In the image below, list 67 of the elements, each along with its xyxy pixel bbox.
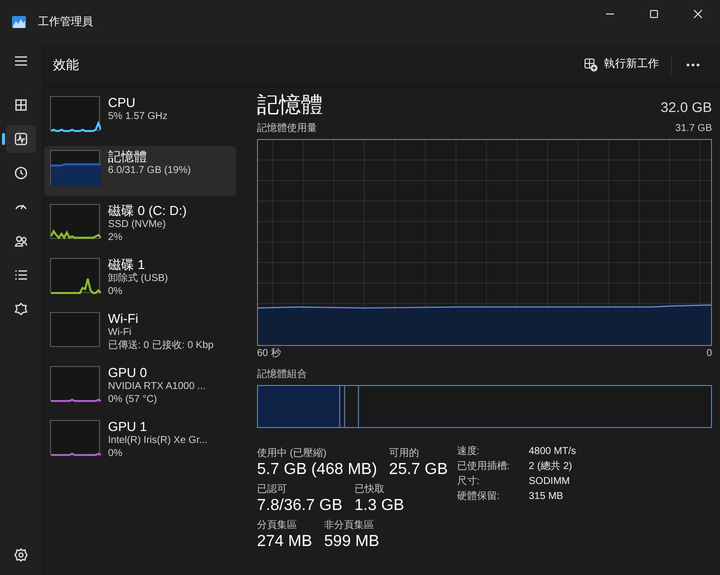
chart-max-label: 31.7 GB xyxy=(675,122,712,136)
maximize-icon xyxy=(648,8,660,20)
settings-icon xyxy=(12,547,28,563)
device-detail: 5% 1.57 GHz xyxy=(108,110,168,123)
device-name: 磁碟 1 xyxy=(108,257,146,272)
device-item[interactable]: CPU 5% 1.57 GHz xyxy=(44,92,236,142)
device-name: GPU 0 xyxy=(108,365,148,380)
total-memory: 32.0 GB xyxy=(660,98,712,117)
detail-label: 尺寸: xyxy=(456,474,481,489)
device-item[interactable]: GPU 0 NVIDIA RTX A1000 ... 0% (57 °C) xyxy=(44,362,236,412)
section-title: 記憶體 xyxy=(257,92,323,118)
device-detail: SSD (NVMe) xyxy=(108,218,167,231)
axis-label: 60 秒 xyxy=(257,346,281,361)
stat-value: 599 MB xyxy=(324,533,380,551)
run-task-button[interactable]: 執行新工作 xyxy=(578,55,672,74)
stat-value: 1.3 GB xyxy=(354,497,404,515)
stat-label: 使用中 (已壓縮) xyxy=(257,446,328,461)
detail-value: SODIMM xyxy=(528,475,571,489)
stat-value: 274 MB xyxy=(257,533,312,551)
stat-value: 5.7 GB (468 MB) xyxy=(257,461,378,479)
device-detail: Intel(R) Iris(R) Xe Gr... xyxy=(108,434,208,447)
device-detail: 卸除式 (USB) xyxy=(108,272,168,285)
device-name: CPU xyxy=(108,95,136,110)
detail-value: 315 MB xyxy=(528,490,564,504)
device-name: Wi-Fi xyxy=(108,311,140,326)
grid-icon xyxy=(12,97,28,113)
device-detail: 2% xyxy=(108,231,124,244)
stat-value: 25.7 GB xyxy=(389,461,448,479)
device-name: GPU 1 xyxy=(108,419,148,434)
device-item[interactable]: Wi-Fi Wi-Fi 已傳送: 0 已接收: 0 Kbp xyxy=(44,308,236,358)
axis-label: 0 xyxy=(706,347,712,361)
stat-label: 分頁集區 xyxy=(257,519,298,533)
device-item[interactable]: 記憶體 6.0/31.7 GB (19%) xyxy=(44,146,236,196)
stat-label: 非分頁集區 xyxy=(324,518,376,533)
stat-label: 已認可 xyxy=(257,482,288,497)
close-icon xyxy=(692,8,704,20)
new-task-icon xyxy=(584,58,598,72)
device-detail: 0% xyxy=(108,285,124,298)
detail-value: 2 (總共 2) xyxy=(528,460,574,474)
device-name: 磁碟 0 (C: D:) xyxy=(108,203,187,218)
device-detail: 0% xyxy=(108,447,124,460)
more-icon xyxy=(686,63,700,68)
device-detail: 6.0/31.7 GB (19%) xyxy=(108,164,191,177)
app-logo-icon xyxy=(12,16,26,28)
device-item[interactable]: 磁碟 1 卸除式 (USB) 0% xyxy=(44,254,236,304)
device-detail: 已傳送: 0 已接收: 0 Kbp xyxy=(108,339,214,352)
chart-label: 記憶體使用量 xyxy=(257,122,317,136)
device-item[interactable]: 磁碟 0 (C: D:) SSD (NVMe) 2% xyxy=(44,200,236,250)
device-item[interactable]: GPU 1 Intel(R) Iris(R) Xe Gr... 0% xyxy=(44,416,236,466)
stat-label: 可用的 xyxy=(389,447,420,461)
history-icon xyxy=(12,165,28,181)
stat-label: 已快取 xyxy=(354,482,386,497)
page-title: 效能 xyxy=(53,56,80,74)
composition-label: 記憶體組合 xyxy=(257,368,308,382)
detail-value: 4800 MT/s xyxy=(528,445,576,459)
device-detail: NVIDIA RTX A1000 ... xyxy=(108,380,206,393)
detail-label: 速度: xyxy=(456,444,481,459)
detail-label: 已使用插槽: xyxy=(456,460,511,474)
users-icon xyxy=(12,233,28,249)
detail-label: 硬體保留: xyxy=(456,490,501,504)
stat-value: 7.8/36.7 GB xyxy=(257,497,342,515)
activity-chart-icon xyxy=(12,131,28,147)
device-detail: Wi-Fi xyxy=(108,326,132,339)
device-detail: 0% (57 °C) xyxy=(108,393,158,406)
usage-graph xyxy=(50,312,100,347)
window-title: 工作管理員 xyxy=(38,14,94,30)
device-name: 記憶體 xyxy=(108,149,148,164)
